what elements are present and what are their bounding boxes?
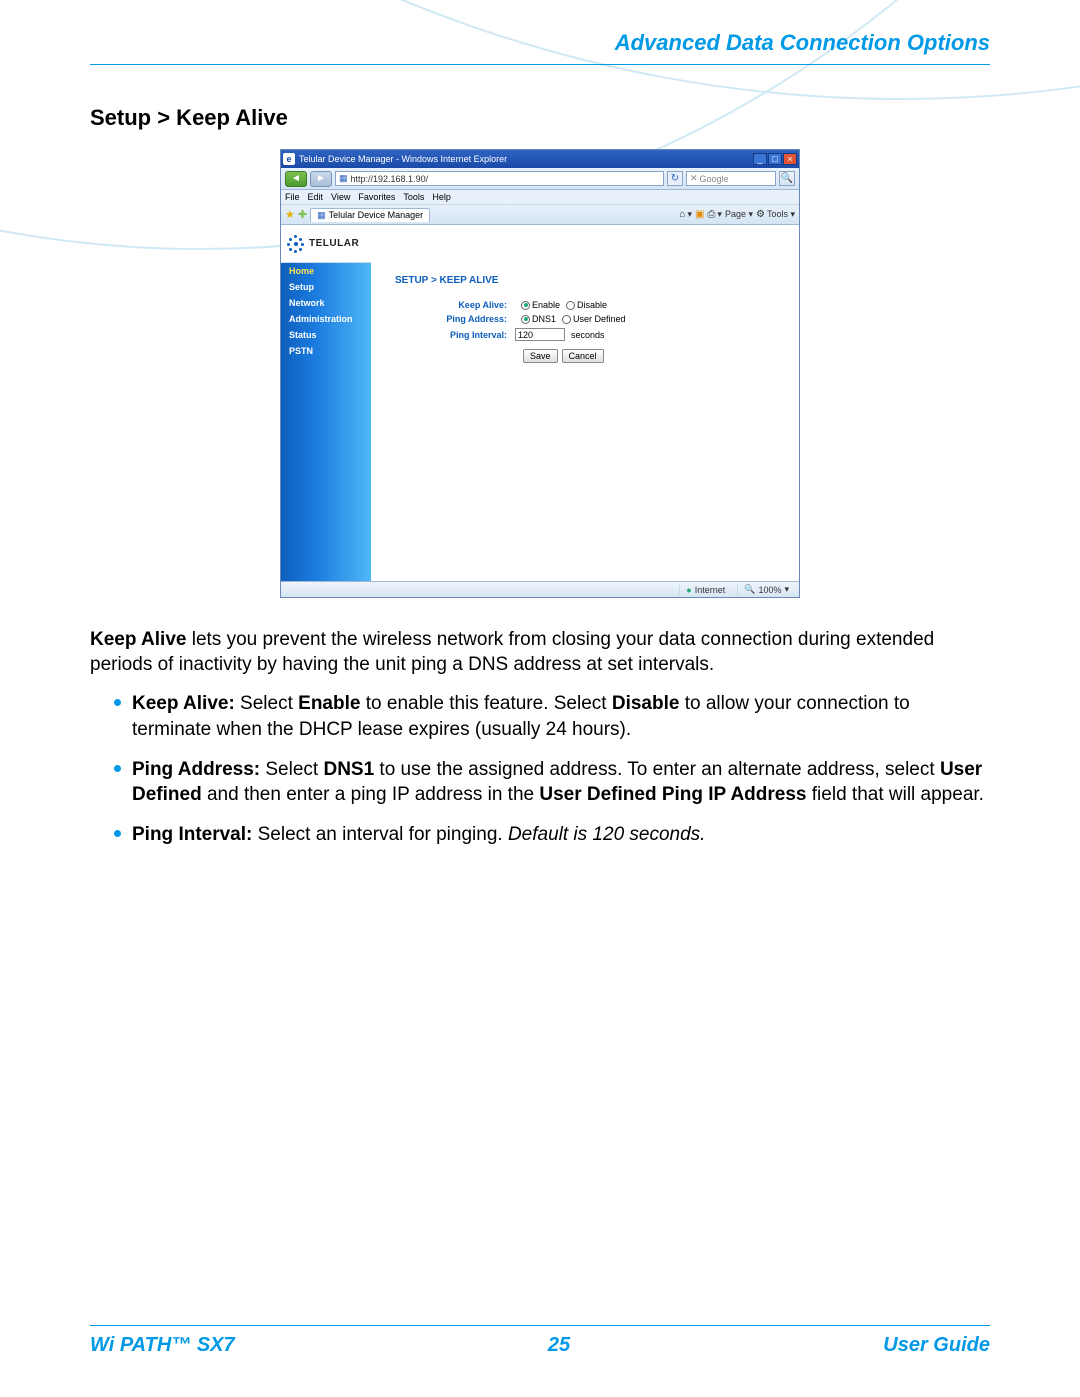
favorites-icon[interactable]: ★ [285, 208, 295, 221]
sidebar-item-home[interactable]: Home [281, 263, 371, 279]
back-button[interactable]: ◄ [285, 171, 307, 187]
maximize-button[interactable]: □ [768, 153, 782, 165]
home-icon: ⌂ [679, 209, 685, 220]
tab-bar: ★ ✚ ▦ Telular Device Manager ⌂▾ ▣ ⎙▾ Pag… [281, 205, 799, 225]
footer-doc-title: User Guide [883, 1334, 990, 1357]
header-divider [90, 64, 990, 65]
menu-view[interactable]: View [331, 192, 350, 202]
footer-product: Wi PATH™ SX7 [90, 1334, 235, 1357]
ping-interval-unit: seconds [571, 330, 605, 340]
section-heading: Setup > Keep Alive [90, 105, 990, 131]
browser-tab[interactable]: ▦ Telular Device Manager [310, 208, 430, 222]
footer-page-number: 25 [548, 1334, 570, 1357]
menu-tools[interactable]: Tools [403, 192, 424, 202]
brand-logo: TELULAR [287, 235, 371, 253]
screenshot-figure: e Telular Device Manager - Windows Inter… [280, 149, 800, 598]
main-panel: SETUP > KEEP ALIVE Keep Alive: Enable Di… [371, 225, 799, 581]
page-tool[interactable]: Page ▾ [725, 209, 753, 220]
ping-address-userdef-radio[interactable] [562, 315, 571, 324]
menu-edit[interactable]: Edit [308, 192, 324, 202]
minimize-button[interactable]: _ [753, 153, 767, 165]
keep-alive-label: Keep Alive: [395, 300, 515, 310]
ie-icon: e [283, 153, 295, 165]
sidebar-item-setup[interactable]: Setup [281, 279, 371, 295]
menu-bar: File Edit View Favorites Tools Help [281, 190, 799, 205]
feeds-icon: ▣ [695, 209, 704, 220]
save-button[interactable]: Save [523, 349, 558, 363]
window-titlebar: e Telular Device Manager - Windows Inter… [281, 150, 799, 168]
page-icon: ▦ [339, 173, 348, 184]
breadcrumb: SETUP > KEEP ALIVE [395, 275, 775, 286]
sidebar: Home Setup Network Administration Status… [281, 225, 371, 581]
sidebar-item-status[interactable]: Status [281, 327, 371, 343]
add-favorite-icon[interactable]: ✚ [298, 208, 307, 221]
search-icon: ✕ [690, 173, 698, 184]
globe-icon: ● [686, 585, 691, 595]
zoom-icon: 🔍 [744, 584, 755, 595]
brand-dots-icon [287, 235, 305, 253]
zoom-level[interactable]: 🔍 100% ▾ [737, 584, 795, 595]
print-icon: ⎙ [707, 209, 715, 220]
close-button[interactable]: × [783, 153, 797, 165]
bullet-ping-address: Ping Address: Select DNS1 to use the ass… [114, 757, 990, 808]
menu-favorites[interactable]: Favorites [358, 192, 395, 202]
sidebar-item-pstn[interactable]: PSTN [281, 343, 371, 359]
sidebar-item-network[interactable]: Network [281, 295, 371, 311]
tools-tool[interactable]: ⚙Tools ▾ [756, 209, 795, 220]
print-tool[interactable]: ⎙▾ [707, 209, 722, 220]
tab-favicon-icon: ▦ [317, 210, 326, 221]
refresh-button[interactable]: ↻ [667, 171, 683, 186]
cancel-button[interactable]: Cancel [562, 349, 604, 363]
window-title: Telular Device Manager - Windows Interne… [299, 154, 753, 164]
keep-alive-enable-radio[interactable] [521, 301, 530, 310]
gear-icon: ⚙ [756, 209, 765, 220]
page-footer: Wi PATH™ SX7 25 User Guide [90, 1325, 990, 1357]
internet-zone: ● Internet [679, 585, 731, 595]
ping-interval-label: Ping Interval: [395, 330, 515, 340]
status-bar: ● Internet 🔍 100% ▾ [281, 581, 799, 597]
footer-divider [90, 1325, 990, 1326]
search-field[interactable]: ✕ Google [686, 171, 776, 186]
bullet-keep-alive: Keep Alive: Select Enable to enable this… [114, 691, 990, 742]
bullet-ping-interval: Ping Interval: Select an interval for pi… [114, 822, 990, 848]
ping-interval-input[interactable] [515, 328, 565, 341]
search-button[interactable]: 🔍 [779, 171, 795, 186]
address-bar: ◄ ► ▦ http://192.168.1.90/ ↻ ✕ Google 🔍 [281, 168, 799, 190]
menu-file[interactable]: File [285, 192, 300, 202]
ping-address-dns1-radio[interactable] [521, 315, 530, 324]
address-field[interactable]: ▦ http://192.168.1.90/ [335, 171, 664, 186]
forward-button[interactable]: ► [310, 171, 332, 187]
keep-alive-disable-radio[interactable] [566, 301, 575, 310]
ping-address-label: Ping Address: [395, 314, 515, 324]
body-text: Keep Alive lets you prevent the wireless… [90, 628, 990, 848]
home-tool[interactable]: ⌂▾ [679, 209, 692, 220]
sidebar-item-administration[interactable]: Administration [281, 311, 371, 327]
menu-help[interactable]: Help [432, 192, 451, 202]
page-header-title: Advanced Data Connection Options [90, 30, 990, 56]
feeds-tool[interactable]: ▣ [695, 209, 704, 220]
